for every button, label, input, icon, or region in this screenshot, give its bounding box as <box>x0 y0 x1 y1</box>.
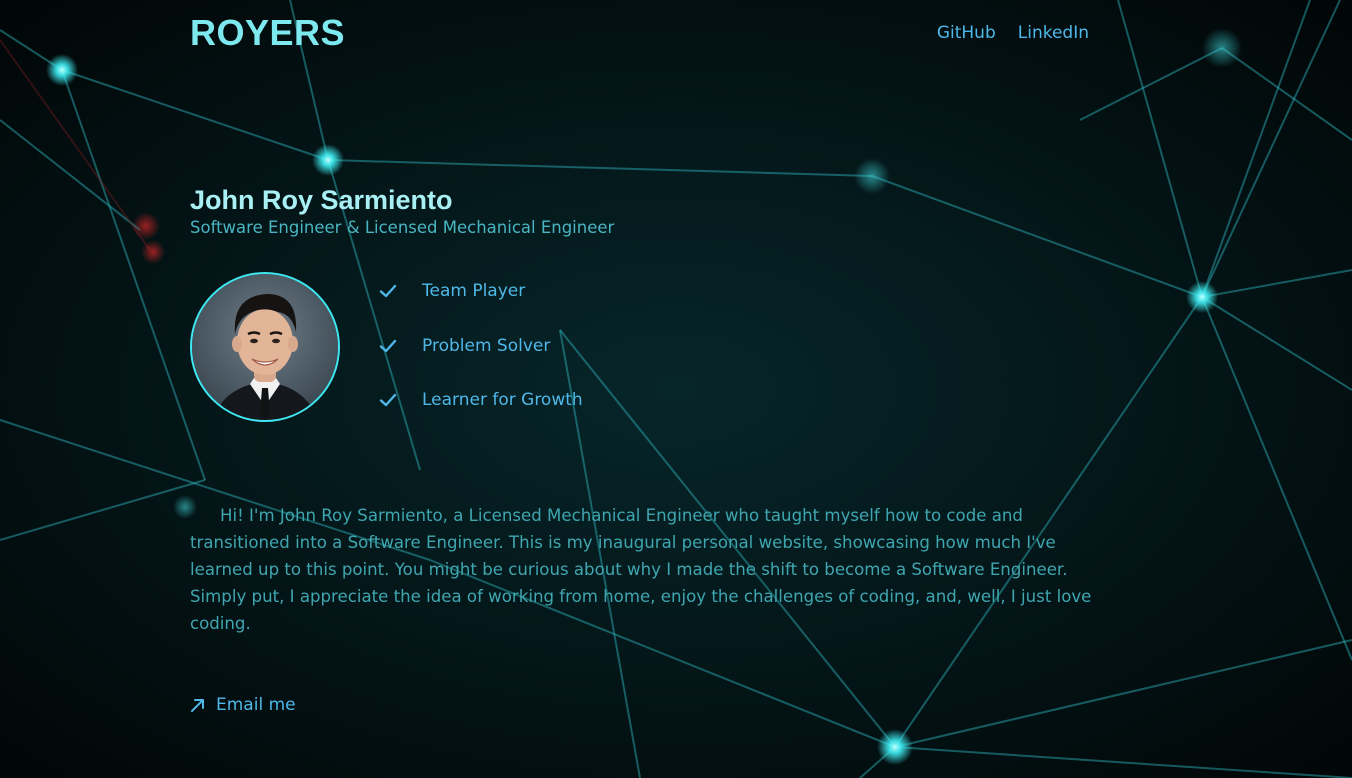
site-logo[interactable]: ROYERS <box>190 12 345 54</box>
avatar <box>190 272 340 422</box>
check-icon <box>379 393 397 407</box>
trait-label: Learner for Growth <box>422 390 583 410</box>
profile-name: John Roy Sarmiento <box>190 185 453 215</box>
email-me-label: Email me <box>216 695 296 715</box>
check-icon <box>379 339 397 352</box>
check-icon <box>379 284 397 298</box>
trait-item: Team Player <box>378 280 583 302</box>
trait-label: Team Player <box>422 281 526 301</box>
traits-list: Team Player Problem Solver Learner for G… <box>378 280 583 444</box>
nav-link-linkedin[interactable]: LinkedIn <box>1018 22 1089 44</box>
trait-item: Learner for Growth <box>378 389 583 411</box>
email-me-link[interactable]: Email me <box>190 695 296 715</box>
nav-link-github[interactable]: GitHub <box>937 22 996 44</box>
arrow-up-right-icon <box>191 698 204 712</box>
profile-photo <box>192 274 338 420</box>
top-nav: GitHub LinkedIn <box>937 22 1089 44</box>
bio-paragraph: Hi! I'm John Roy Sarmiento, a Licensed M… <box>190 506 1092 633</box>
trait-item: Problem Solver <box>378 335 583 357</box>
profile-subtitle: Software Engineer & Licensed Mechanical … <box>190 218 615 237</box>
trait-label: Problem Solver <box>422 335 551 356</box>
